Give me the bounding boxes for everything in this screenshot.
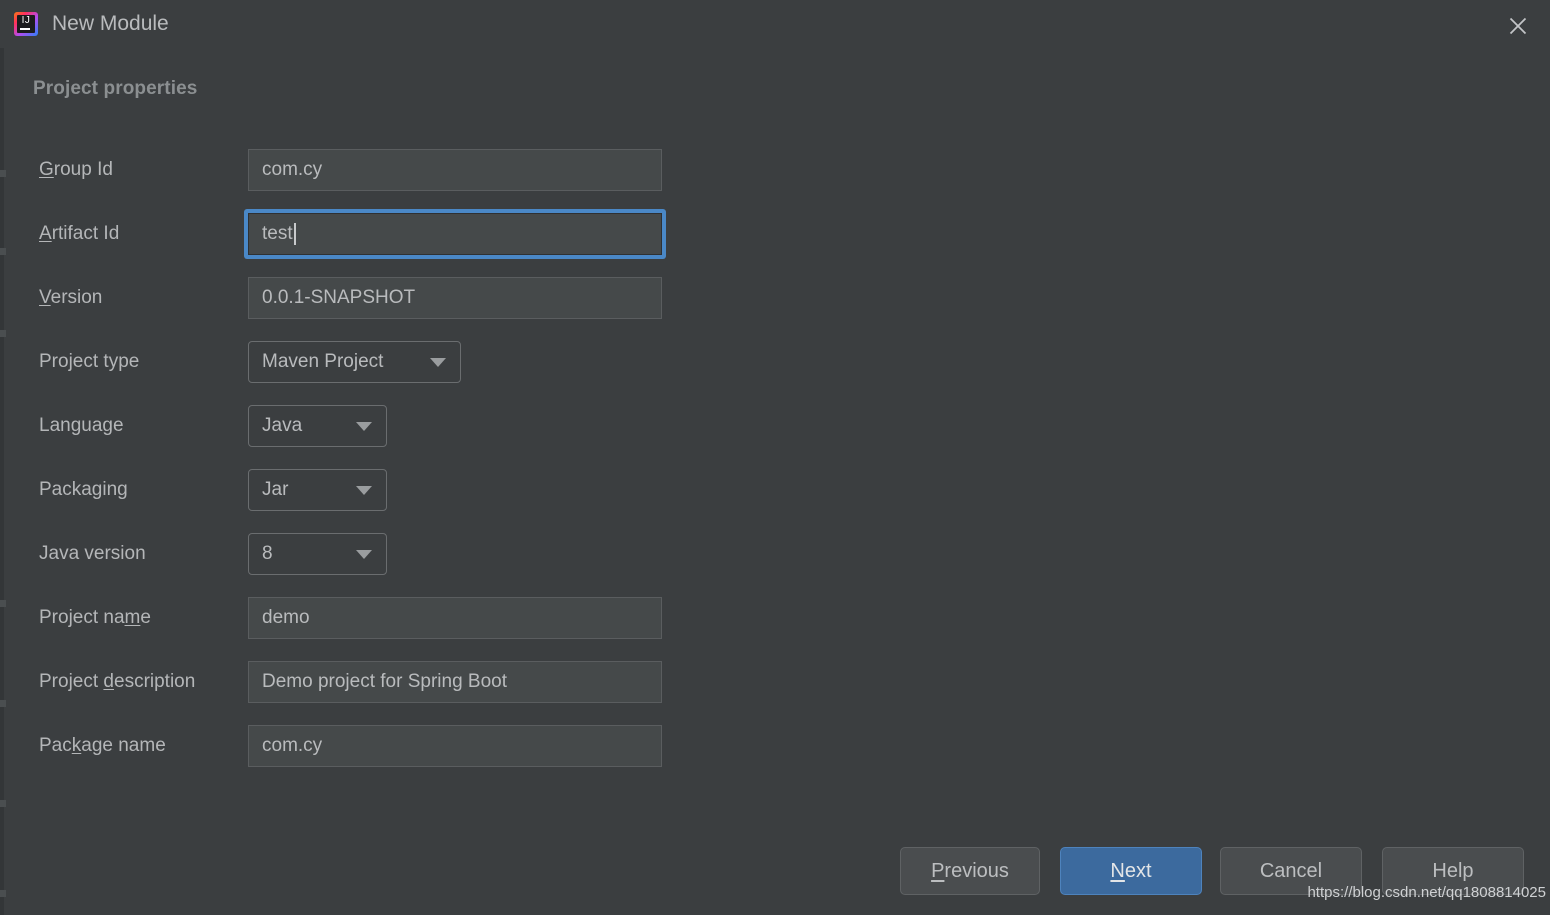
project-description-value: Demo project for Spring Boot (249, 671, 507, 693)
form-row-version: Version 0.0.1-SNAPSHOT (0, 266, 700, 330)
package-name-value: com.cy (249, 735, 322, 757)
label-java-version: Java version (39, 543, 146, 565)
label-language: Language (39, 415, 124, 437)
dialog-titlebar: IJ New Module (0, 0, 1550, 48)
version-value: 0.0.1-SNAPSHOT (249, 287, 415, 309)
dialog-title: New Module (52, 11, 169, 37)
form-row-project-name: Project name demo (0, 586, 700, 650)
text-caret (294, 223, 296, 245)
group-id-value: com.cy (249, 159, 322, 181)
language-value: Java (249, 415, 302, 437)
form-row-artifact-id: Artifact Id test (0, 202, 700, 266)
packaging-value: Jar (249, 479, 288, 501)
form-row-java-version: Java version 8 (0, 522, 700, 586)
form-row-project-description: Project description Demo project for Spr… (0, 650, 700, 714)
label-version: Version (39, 287, 102, 309)
form-row-package-name: Package name com.cy (0, 714, 700, 778)
watermark-url: https://blog.csdn.net/qq1808814025 (1307, 884, 1546, 901)
artifact-id-input[interactable]: test (244, 209, 666, 259)
project-description-input[interactable]: Demo project for Spring Boot (248, 661, 662, 703)
label-project-type: Project type (39, 351, 139, 373)
label-project-description: Project description (39, 671, 195, 693)
chevron-down-icon (356, 550, 372, 559)
label-packaging: Packaging (39, 479, 128, 501)
java-version-value: 8 (249, 543, 273, 565)
chevron-down-icon (356, 486, 372, 495)
package-name-input[interactable]: com.cy (248, 725, 662, 767)
project-properties-form: Group Id com.cy Artifact Id test Version… (0, 138, 700, 778)
chevron-down-icon (430, 358, 446, 367)
previous-button[interactable]: Previous (900, 847, 1040, 895)
close-icon[interactable] (1498, 6, 1538, 44)
form-row-group-id: Group Id com.cy (0, 138, 700, 202)
next-button[interactable]: Next (1060, 847, 1202, 895)
group-id-input[interactable]: com.cy (248, 149, 662, 191)
form-row-packaging: Packaging Jar (0, 458, 700, 522)
project-type-dropdown[interactable]: Maven Project (248, 341, 461, 383)
packaging-dropdown[interactable]: Jar (248, 469, 387, 511)
version-input[interactable]: 0.0.1-SNAPSHOT (248, 277, 662, 319)
intellij-idea-icon-bar (20, 28, 30, 30)
label-artifact-id: Artifact Id (39, 223, 119, 245)
language-dropdown[interactable]: Java (248, 405, 387, 447)
label-project-name: Project name (39, 607, 151, 629)
label-package-name: Package name (39, 735, 166, 757)
page-title: Project properties (33, 78, 197, 100)
form-row-language: Language Java (0, 394, 700, 458)
intellij-idea-icon: IJ (14, 12, 38, 36)
project-type-value: Maven Project (249, 351, 383, 373)
project-name-input[interactable]: demo (248, 597, 662, 639)
window-edge-tick (0, 800, 6, 807)
chevron-down-icon (356, 422, 372, 431)
form-row-project-type: Project type Maven Project (0, 330, 700, 394)
label-group-id: Group Id (39, 159, 113, 181)
java-version-dropdown[interactable]: 8 (248, 533, 387, 575)
project-name-value: demo (249, 607, 310, 629)
artifact-id-value: test (249, 223, 293, 245)
intellij-idea-icon-label: IJ (17, 15, 35, 26)
